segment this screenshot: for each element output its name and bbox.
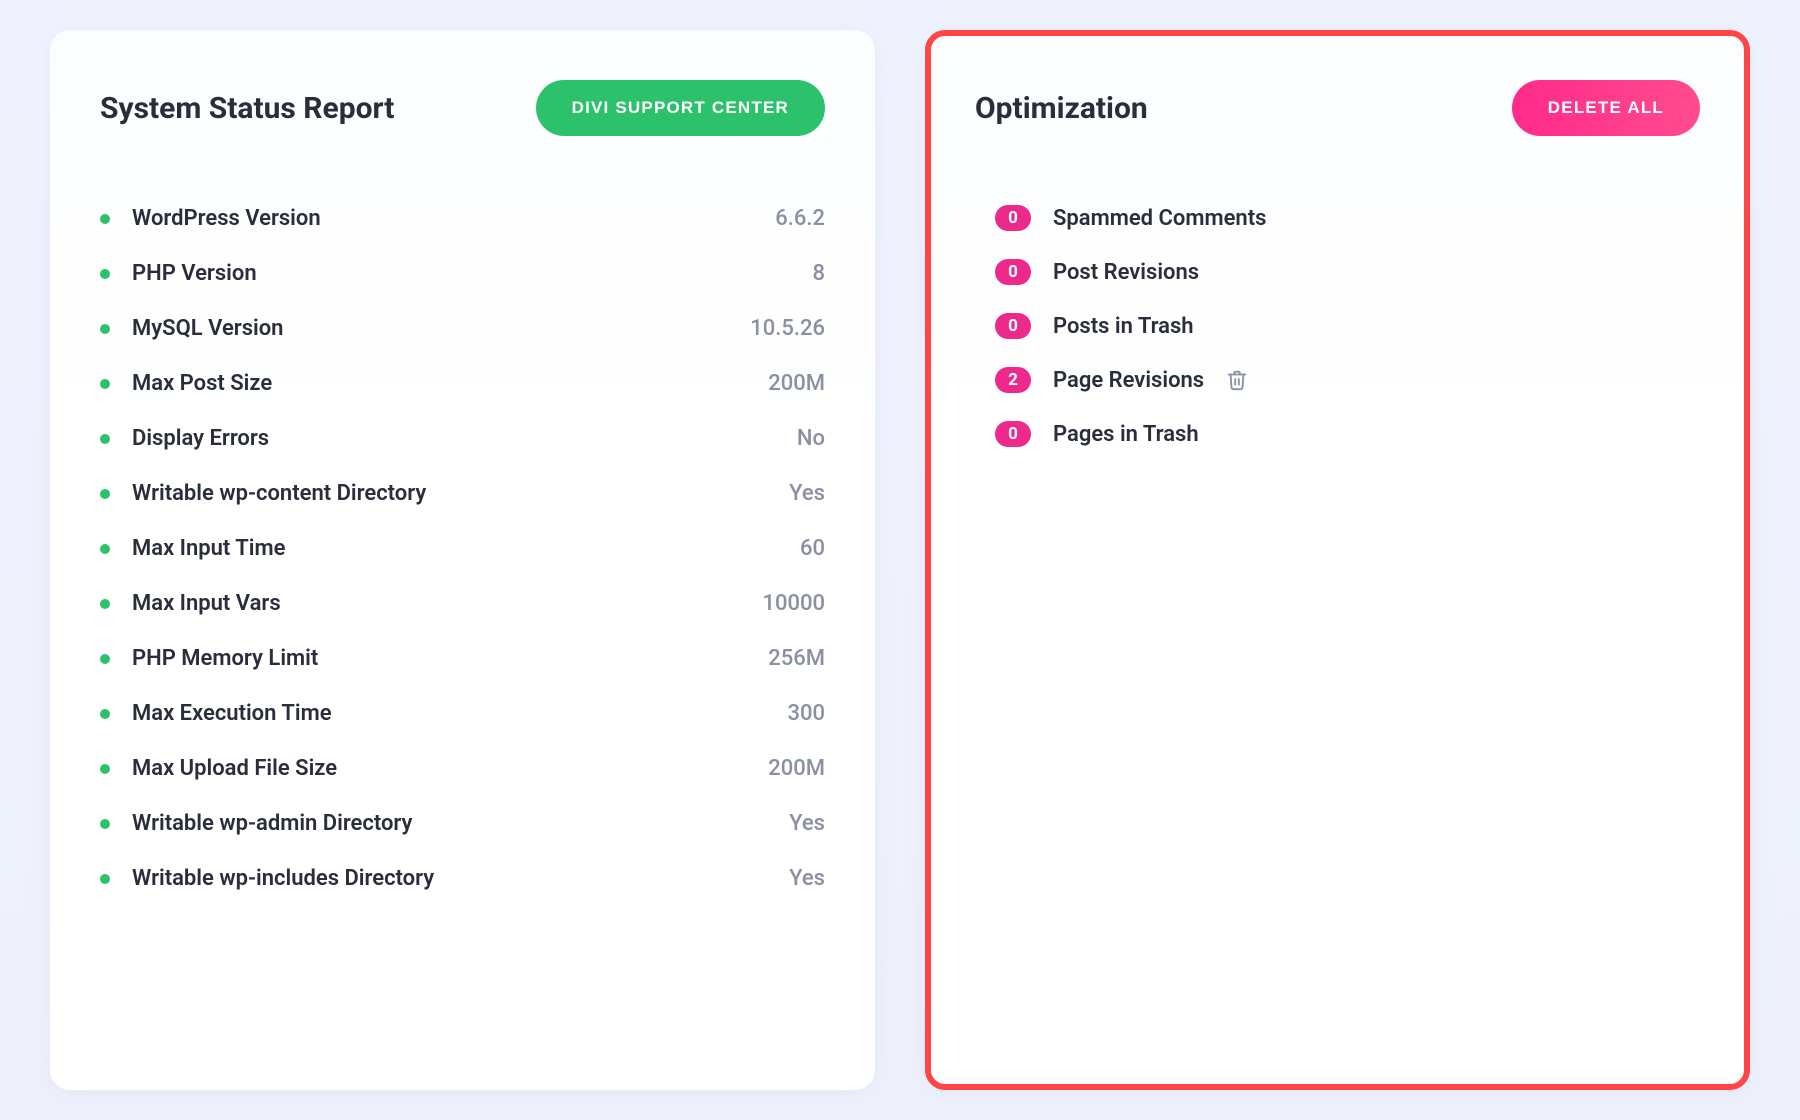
status-item: Max Upload File Size 200M: [100, 741, 825, 796]
delete-all-button[interactable]: DELETE ALL: [1512, 80, 1700, 136]
optimization-label: Post Revisions: [1053, 260, 1199, 285]
status-value: 10.5.26: [750, 316, 825, 341]
status-left: Writable wp-content Directory: [100, 481, 426, 506]
count-badge: 0: [995, 205, 1031, 231]
status-dot-icon: [100, 379, 110, 389]
trash-icon[interactable]: [1226, 369, 1248, 391]
status-item: PHP Version 8: [100, 246, 825, 301]
status-value: No: [797, 426, 825, 451]
status-left: Max Execution Time: [100, 701, 332, 726]
status-item: Max Input Time 60: [100, 521, 825, 576]
optimization-panel: Optimization DELETE ALL 0 Spammed Comment…: [925, 30, 1750, 1090]
divi-support-center-button[interactable]: DIVI SUPPORT CENTER: [536, 80, 825, 136]
optimization-list: 0 Spammed Comments 0 Post Revisions 0 Posts i…: [975, 191, 1700, 461]
status-item: Max Input Vars 10000: [100, 576, 825, 631]
status-value: 300: [787, 701, 825, 726]
status-value: Yes: [789, 811, 825, 836]
optimization-label: Posts in Trash: [1053, 314, 1194, 339]
status-value: Yes: [789, 866, 825, 891]
status-label: Max Input Time: [132, 536, 285, 561]
status-label: Max Execution Time: [132, 701, 332, 726]
status-left: WordPress Version: [100, 206, 321, 231]
optimization-item: 0 Posts in Trash: [995, 299, 1700, 353]
status-dot-icon: [100, 214, 110, 224]
panel-title: System Status Report: [100, 91, 394, 126]
status-label: Max Post Size: [132, 371, 272, 396]
status-value: 200M: [768, 371, 825, 396]
count-badge: 2: [995, 367, 1031, 393]
status-item: WordPress Version 6.6.2: [100, 191, 825, 246]
status-label: Max Upload File Size: [132, 756, 337, 781]
status-item: Display Errors No: [100, 411, 825, 466]
status-dot-icon: [100, 489, 110, 499]
status-item: Max Post Size 200M: [100, 356, 825, 411]
status-label: Writable wp-admin Directory: [132, 811, 412, 836]
status-dot-icon: [100, 654, 110, 664]
status-label: Max Input Vars: [132, 591, 281, 616]
status-item: Writable wp-admin Directory Yes: [100, 796, 825, 851]
status-value: 60: [800, 536, 825, 561]
status-label: Display Errors: [132, 426, 269, 451]
status-dot-icon: [100, 709, 110, 719]
status-left: Writable wp-includes Directory: [100, 866, 434, 891]
count-badge: 0: [995, 259, 1031, 285]
optimization-item: 0 Spammed Comments: [995, 191, 1700, 245]
panel-header: Optimization DELETE ALL: [975, 80, 1700, 136]
status-value: 10000: [762, 591, 825, 616]
optimization-label: Spammed Comments: [1053, 206, 1266, 231]
status-left: Max Input Time: [100, 536, 285, 561]
status-item: Max Execution Time 300: [100, 686, 825, 741]
status-dot-icon: [100, 434, 110, 444]
count-badge: 0: [995, 313, 1031, 339]
status-item: MySQL Version 10.5.26: [100, 301, 825, 356]
status-dot-icon: [100, 819, 110, 829]
status-dot-icon: [100, 269, 110, 279]
status-label: Writable wp-includes Directory: [132, 866, 434, 891]
optimization-label: Pages in Trash: [1053, 422, 1199, 447]
status-dot-icon: [100, 544, 110, 554]
status-dot-icon: [100, 324, 110, 334]
status-left: Max Post Size: [100, 371, 272, 396]
status-label: PHP Version: [132, 261, 257, 286]
optimization-item: 2 Page Revisions: [995, 353, 1700, 407]
optimization-item: 0 Post Revisions: [995, 245, 1700, 299]
status-left: Max Upload File Size: [100, 756, 337, 781]
status-value: 8: [812, 261, 825, 286]
status-left: PHP Version: [100, 261, 257, 286]
count-badge: 0: [995, 421, 1031, 447]
status-left: Writable wp-admin Directory: [100, 811, 412, 836]
status-value: 256M: [768, 646, 825, 671]
optimization-item: 0 Pages in Trash: [995, 407, 1700, 461]
status-item: Writable wp-includes Directory Yes: [100, 851, 825, 906]
status-left: PHP Memory Limit: [100, 646, 318, 671]
status-list: WordPress Version 6.6.2 PHP Version 8 MySQL …: [100, 191, 825, 906]
status-value: Yes: [789, 481, 825, 506]
system-status-panel: System Status Report DIVI SUPPORT CENTER…: [50, 30, 875, 1090]
status-item: Writable wp-content Directory Yes: [100, 466, 825, 521]
status-left: MySQL Version: [100, 316, 283, 341]
status-label: PHP Memory Limit: [132, 646, 318, 671]
status-label: Writable wp-content Directory: [132, 481, 426, 506]
status-item: PHP Memory Limit 256M: [100, 631, 825, 686]
status-label: MySQL Version: [132, 316, 283, 341]
status-value: 200M: [768, 756, 825, 781]
status-value: 6.6.2: [775, 206, 825, 231]
status-dot-icon: [100, 599, 110, 609]
status-left: Max Input Vars: [100, 591, 281, 616]
status-dot-icon: [100, 874, 110, 884]
status-dot-icon: [100, 764, 110, 774]
status-left: Display Errors: [100, 426, 269, 451]
panel-title: Optimization: [975, 91, 1148, 126]
panel-header: System Status Report DIVI SUPPORT CENTER: [100, 80, 825, 136]
status-label: WordPress Version: [132, 206, 321, 231]
optimization-label: Page Revisions: [1053, 368, 1204, 393]
